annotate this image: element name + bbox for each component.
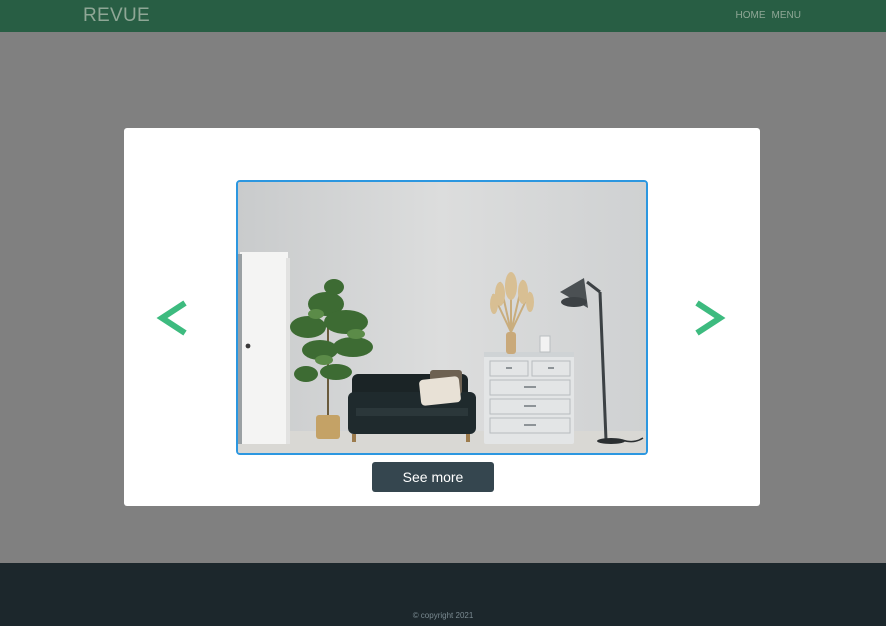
brand-logo[interactable]: REVUE xyxy=(83,5,150,27)
copyright-text: © copyright 2021 xyxy=(412,611,474,620)
see-more-button[interactable]: See more xyxy=(372,462,494,492)
main-nav: HOME MENU xyxy=(736,10,801,21)
prev-slide-button[interactable] xyxy=(156,298,188,338)
chevron-left-icon xyxy=(156,300,187,336)
top-navbar: REVUE HOME MENU xyxy=(0,0,886,32)
next-slide-button[interactable] xyxy=(694,298,726,338)
nav-home-link[interactable]: HOME xyxy=(736,10,766,21)
nav-menu-link[interactable]: MENU xyxy=(772,10,801,21)
image-carousel-modal: See more xyxy=(124,128,760,506)
living-room-photo xyxy=(238,182,646,453)
page-footer: © copyright 2021 xyxy=(0,563,886,626)
chevron-right-icon xyxy=(695,300,726,336)
carousel-image xyxy=(236,180,648,455)
